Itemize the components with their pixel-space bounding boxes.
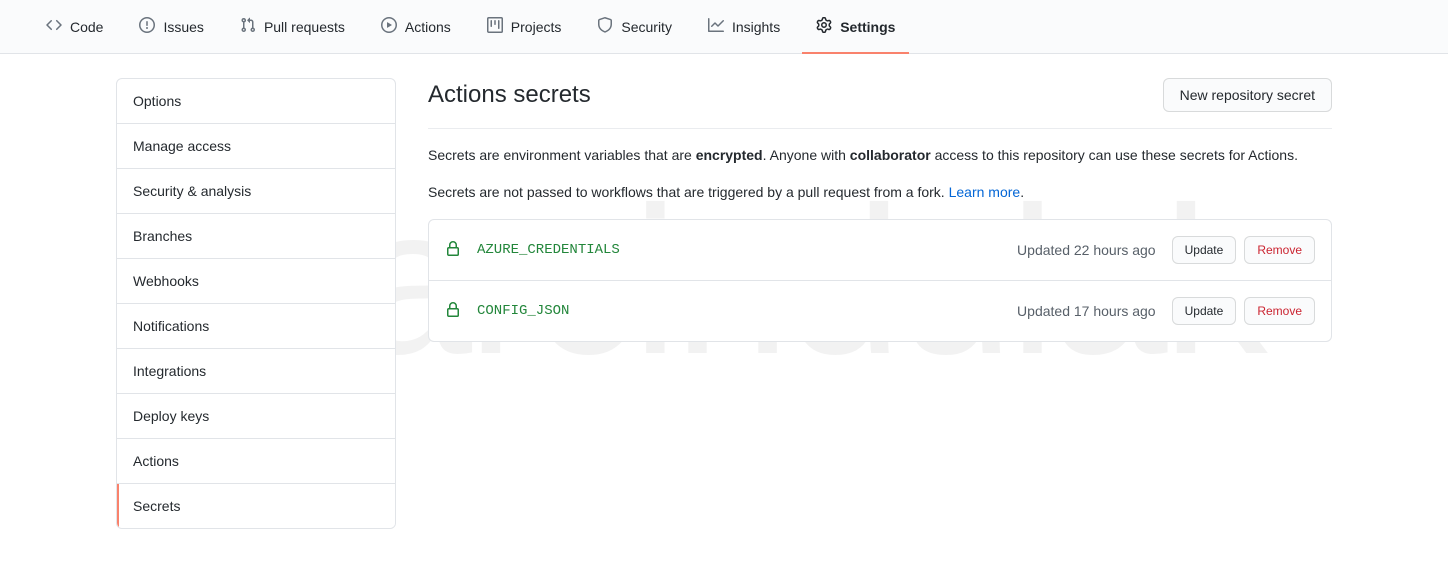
sidebar-item-secrets[interactable]: Secrets xyxy=(117,484,395,528)
description: Secrets are environment variables that a… xyxy=(428,145,1332,203)
secret-row: CONFIG_JSON Updated 17 hours ago UpdateRem… xyxy=(429,281,1331,341)
lock-icon xyxy=(445,241,461,260)
topnav-label: Pull requests xyxy=(264,19,345,35)
topnav-issues[interactable]: Issues xyxy=(125,1,217,54)
page-title: Actions secrets xyxy=(428,81,591,109)
gear-icon xyxy=(816,17,832,36)
desc-text: . xyxy=(1020,184,1024,200)
topnav-security[interactable]: Security xyxy=(583,1,686,54)
remove-secret-button[interactable]: Remove xyxy=(1244,236,1315,264)
sidebar-item-webhooks[interactable]: Webhooks xyxy=(117,259,395,304)
topnav-label: Insights xyxy=(732,19,780,35)
topnav-label: Code xyxy=(70,19,103,35)
topnav-label: Security xyxy=(621,19,672,35)
graph-icon xyxy=(708,17,724,36)
update-secret-button[interactable]: Update xyxy=(1172,297,1237,325)
project-icon xyxy=(487,17,503,36)
desc-text: . Anyone with xyxy=(763,147,850,163)
sidebar-item-branches[interactable]: Branches xyxy=(117,214,395,259)
sidebar-item-options[interactable]: Options xyxy=(117,79,395,124)
desc-bold-encrypted: encrypted xyxy=(696,147,763,163)
settings-sidebar: OptionsManage accessSecurity & analysisB… xyxy=(116,78,396,529)
desc-text: Secrets are not passed to workflows that… xyxy=(428,184,949,200)
sidebar-item-deploy-keys[interactable]: Deploy keys xyxy=(117,394,395,439)
topnav-label: Settings xyxy=(840,19,895,35)
main-content: Actions secrets New repository secret Se… xyxy=(428,78,1332,529)
secret-actions: UpdateRemove xyxy=(1172,297,1315,325)
secret-name[interactable]: AZURE_CREDENTIALS xyxy=(477,242,1001,258)
topnav-insights[interactable]: Insights xyxy=(694,1,794,54)
learn-more-link[interactable]: Learn more xyxy=(949,184,1021,200)
topnav-actions[interactable]: Actions xyxy=(367,1,465,54)
remove-secret-button[interactable]: Remove xyxy=(1244,297,1315,325)
new-repository-secret-button[interactable]: New repository secret xyxy=(1163,78,1332,112)
secret-actions: UpdateRemove xyxy=(1172,236,1315,264)
desc-text: access to this repository can use these … xyxy=(931,147,1298,163)
description-line-1: Secrets are environment variables that a… xyxy=(428,145,1332,166)
secret-updated: Updated 17 hours ago xyxy=(1017,303,1156,319)
topnav-label: Issues xyxy=(163,19,203,35)
repo-topnav: Code Issues Pull requests Actions Projects Se… xyxy=(0,0,1448,54)
secret-name[interactable]: CONFIG_JSON xyxy=(477,303,1001,319)
topnav-settings[interactable]: Settings xyxy=(802,1,909,54)
topnav-projects[interactable]: Projects xyxy=(473,1,576,54)
play-icon xyxy=(381,17,397,36)
shield-icon xyxy=(597,17,613,36)
topnav-code[interactable]: Code xyxy=(32,1,117,54)
description-line-2: Secrets are not passed to workflows that… xyxy=(428,182,1332,203)
sidebar-item-security-analysis[interactable]: Security & analysis xyxy=(117,169,395,214)
sidebar-item-manage-access[interactable]: Manage access xyxy=(117,124,395,169)
topnav-label: Actions xyxy=(405,19,451,35)
update-secret-button[interactable]: Update xyxy=(1172,236,1237,264)
code-icon xyxy=(46,17,62,36)
secrets-list: AZURE_CREDENTIALS Updated 22 hours ago Upd… xyxy=(428,219,1332,342)
sidebar-item-actions[interactable]: Actions xyxy=(117,439,395,484)
desc-bold-collaborator: collaborator xyxy=(850,147,931,163)
secret-updated: Updated 22 hours ago xyxy=(1017,242,1156,258)
sidebar-item-integrations[interactable]: Integrations xyxy=(117,349,395,394)
page-header: Actions secrets New repository secret xyxy=(428,78,1332,129)
issue-icon xyxy=(139,17,155,36)
sidebar-item-notifications[interactable]: Notifications xyxy=(117,304,395,349)
topnav-pull-requests[interactable]: Pull requests xyxy=(226,1,359,54)
lock-icon xyxy=(445,302,461,321)
pr-icon xyxy=(240,17,256,36)
secret-row: AZURE_CREDENTIALS Updated 22 hours ago Upd… xyxy=(429,220,1331,281)
topnav-label: Projects xyxy=(511,19,562,35)
desc-text: Secrets are environment variables that a… xyxy=(428,147,696,163)
